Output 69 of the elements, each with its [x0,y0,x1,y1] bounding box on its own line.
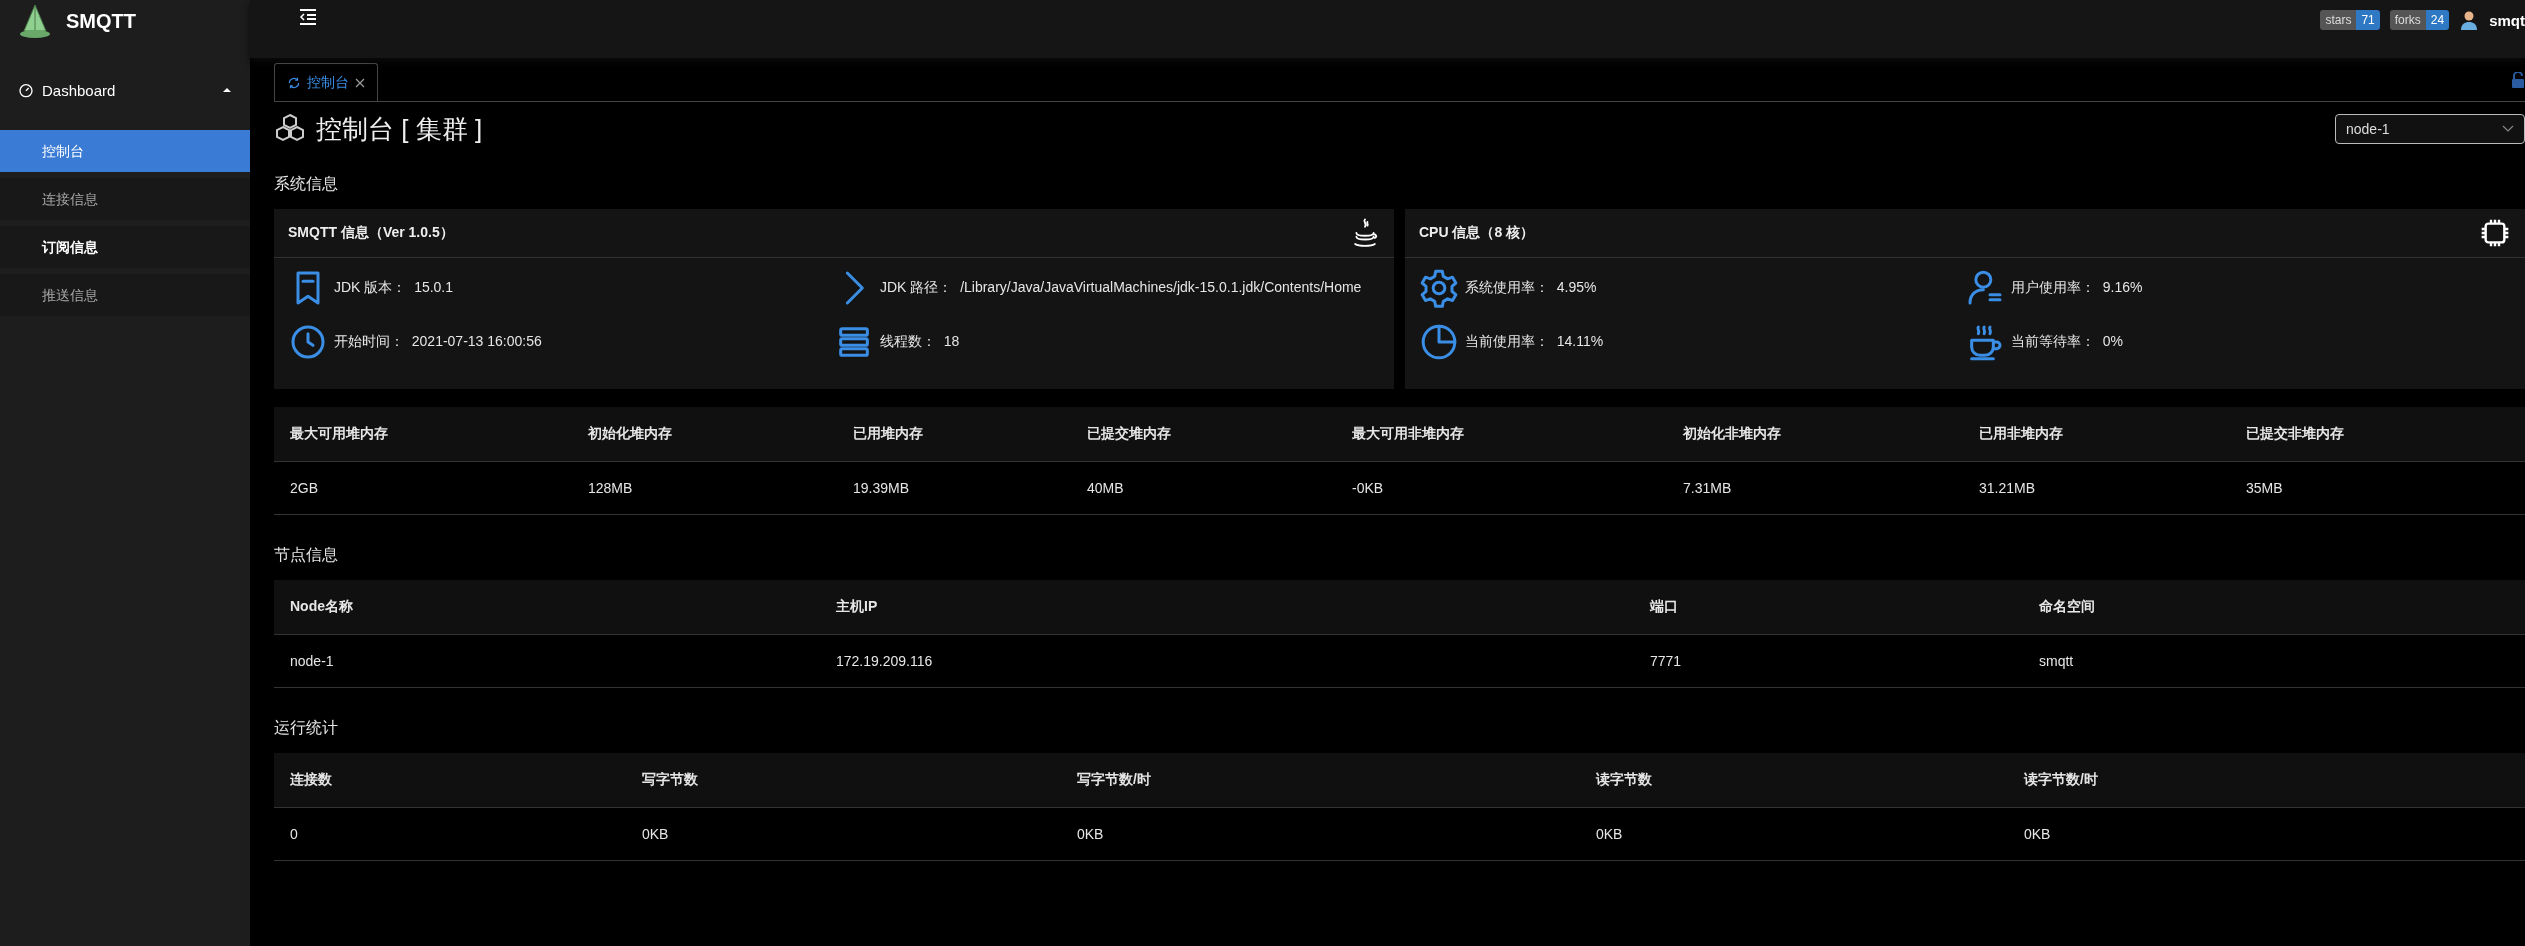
page-title: 控制台 [ 集群 ] [316,112,483,146]
sidebar-item[interactable]: 控制台 [0,130,250,172]
column-header: 端口 [1634,580,2023,635]
table-cell: smqtt [2023,635,2525,688]
column-header: 写字节数 [626,753,1061,808]
column-header: 命名空间 [2023,580,2525,635]
sidebar-item[interactable]: 订阅信息 [0,226,250,268]
table-cell: 35MB [2230,462,2525,515]
pie-chart-icon [1419,322,1459,362]
table-cell: 172.19.209.116 [820,635,1634,688]
column-header: 最大可用堆内存 [274,407,572,462]
menu-fold-button[interactable] [298,8,318,26]
chevron-down-icon [2502,125,2514,133]
table-cell: 0KB [2008,808,2525,861]
logo-text: SMQTT [66,9,136,33]
table-cell: node-1 [274,635,820,688]
info-field: 当前使用率： 14.11% [1465,333,1604,351]
table-cell: 0KB [1061,808,1580,861]
column-header: 写字节数/时 [1061,753,1580,808]
table-cell: 0KB [626,808,1061,861]
table-cell: 0 [274,808,626,861]
dashboard-menu-group[interactable]: Dashboard [0,50,250,130]
column-header: 已提交堆内存 [1071,407,1336,462]
column-header: 已提交非堆内存 [2230,407,2525,462]
avatar-icon [2459,10,2480,30]
table-cell: 31.21MB [1963,462,2230,515]
section-heading: 系统信息 [274,174,339,194]
column-header: 读字节数/时 [2008,753,2525,808]
section-heading: 运行统计 [274,718,339,738]
info-field: 当前等待率： 0% [2011,333,2123,351]
info-field: JDK 版本： 15.0.1 [334,279,454,297]
lock-icon[interactable] [2511,71,2525,88]
column-header: 已用堆内存 [837,407,1071,462]
column-header: 最大可用非堆内存 [1336,407,1667,462]
column-header: Node名称 [274,580,820,635]
caret-icon [222,85,232,95]
column-header: 初始化非堆内存 [1667,407,1963,462]
section-heading: 节点信息 [274,545,339,565]
card-title: SMQTT 信息（Ver 1.0.5） [288,224,454,242]
table-cell: -0KB [1336,462,1667,515]
chip-icon [2479,217,2511,249]
username[interactable]: smqt [2489,11,2525,29]
info-field: 开始时间： 2021-07-13 16:00:56 [334,333,542,351]
sidebar-item[interactable]: 推送信息 [0,274,250,316]
table-cell: 0KB [1580,808,2008,861]
column-header: 已用非堆内存 [1963,407,2230,462]
close-icon[interactable] [355,77,365,88]
table-cell: 7.31MB [1667,462,1963,515]
refresh-icon [287,75,301,90]
info-field: 系统使用率： 4.95% [1465,279,1597,297]
table-cell: 7771 [1634,635,2023,688]
sidebar-item[interactable]: 连接信息 [0,178,250,220]
column-header: 读字节数 [1580,753,2008,808]
gear-icon [1419,268,1459,308]
sailboat-logo-icon [18,3,52,39]
column-header: 主机IP [820,580,1634,635]
table-cell: 19.39MB [837,462,1071,515]
column-header: 初始化堆内存 [572,407,837,462]
info-field: JDK 路径： /Library/Java/JavaVirtualMachines/jdk-15.0.1.jdk/Contents/Home [880,279,1362,297]
page-tab[interactable]: 控制台 [274,63,378,101]
info-field: 用户使用率： 9.16% [2011,279,2143,297]
info-field: 线程数： 18 [880,333,960,351]
table-cell: 40MB [1071,462,1336,515]
card-title: CPU 信息（8 核） [1419,224,1535,242]
column-header: 连接数 [274,753,626,808]
node-select[interactable]: node-1 [2335,114,2525,144]
table-cell: 128MB [572,462,837,515]
table-cell: 2GB [274,462,572,515]
gauge-icon [18,82,34,98]
